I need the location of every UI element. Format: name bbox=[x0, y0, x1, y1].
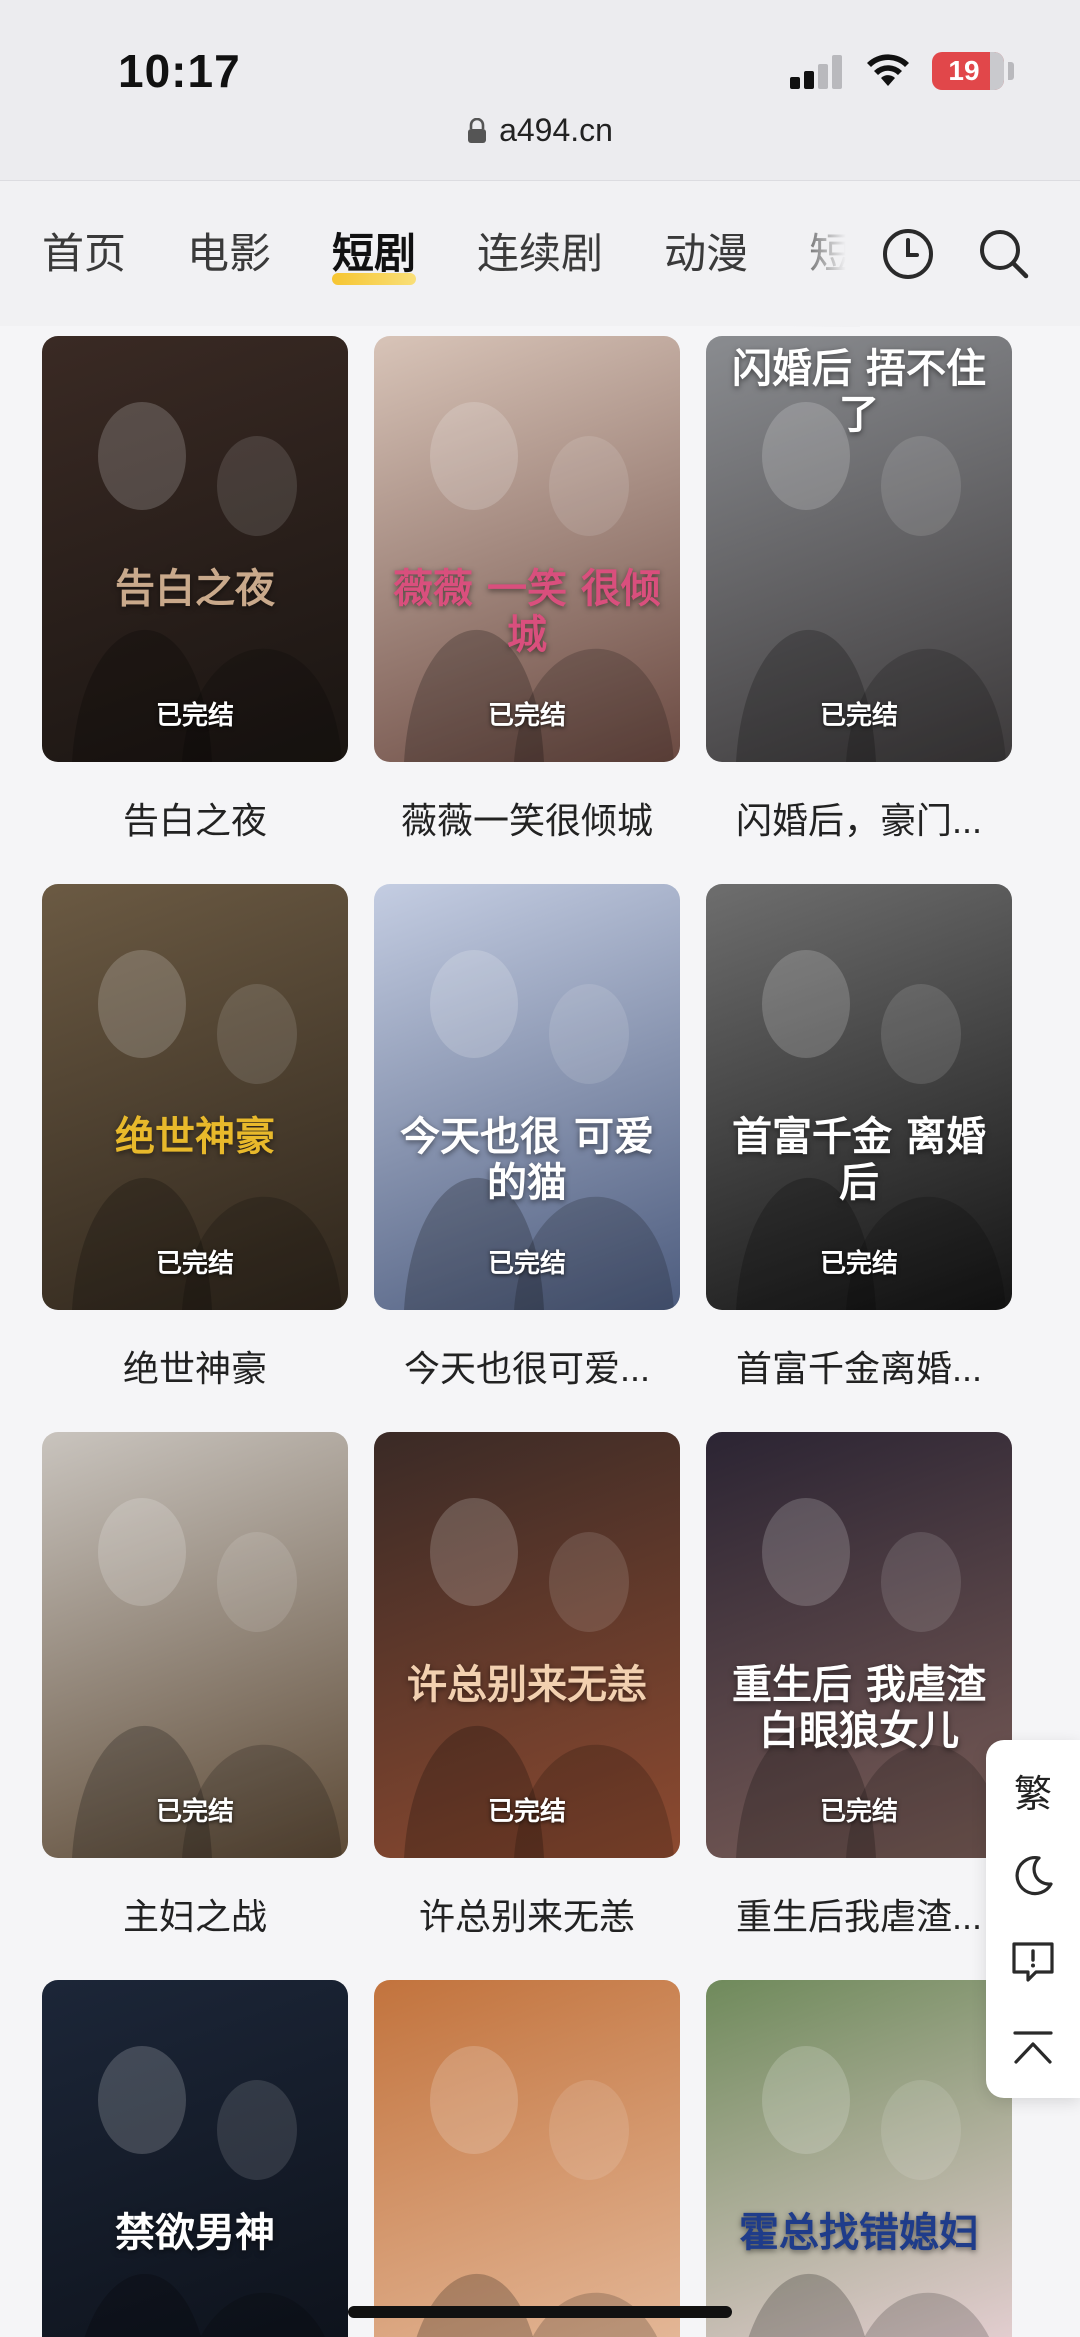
poster-artwork bbox=[748, 2046, 990, 2337]
poster-title-art: 今天也很 可爱的猫 bbox=[400, 1113, 654, 1206]
poster-title-art: 许总别来无恙 bbox=[407, 1661, 647, 1708]
drama-poster[interactable]: 薇薇 一笑 很倾城已完结 bbox=[374, 336, 680, 762]
drama-poster[interactable]: 绝世神豪 已完结 bbox=[42, 884, 348, 1310]
wifi-icon bbox=[867, 54, 909, 86]
search-icon[interactable] bbox=[976, 226, 1032, 282]
drama-poster[interactable] bbox=[374, 1980, 680, 2337]
drama-poster[interactable]: 重生后 我虐渣白眼狼女儿已完结 bbox=[706, 1432, 1012, 1858]
back-to-top-icon bbox=[1013, 2031, 1053, 2064]
status-badge: 已完结 bbox=[155, 700, 234, 730]
nav-fade bbox=[790, 181, 860, 327]
poster-artwork bbox=[84, 2046, 326, 2337]
status-badge: 已完结 bbox=[487, 1796, 566, 1826]
drama-poster[interactable]: 许总别来无恙 已完结 bbox=[374, 1432, 680, 1858]
status-badge: 已完结 bbox=[155, 1248, 234, 1278]
address-bar[interactable]: a494.cn bbox=[0, 112, 1080, 149]
poster-title-art: 薇薇 一笑 很倾城 bbox=[393, 565, 661, 658]
drama-card[interactable]: 薇薇 一笑 很倾城已完结薇薇一笑很倾城 bbox=[374, 336, 680, 844]
poster-title-art: 闪婚后 捂不住了 bbox=[732, 345, 986, 438]
traditional-label: 繁 bbox=[1013, 1773, 1052, 1816]
dark-mode-button[interactable] bbox=[986, 1834, 1080, 1918]
drama-card[interactable]: 霍总找错媳妇 bbox=[706, 1980, 1012, 2337]
drama-poster[interactable]: 霍总找错媳妇 bbox=[706, 1980, 1012, 2337]
feedback-button[interactable] bbox=[986, 1920, 1080, 2004]
drama-title[interactable]: 主妇之战 bbox=[42, 1888, 348, 1940]
poster-title-art: 重生后 我虐渣白眼狼女儿 bbox=[732, 1661, 986, 1754]
drama-poster[interactable]: 已完结 bbox=[42, 1432, 348, 1858]
drama-card[interactable]: 告白之夜 已完结 告白之夜 bbox=[42, 336, 348, 844]
drama-grid: 告白之夜 已完结 告白之夜 薇薇 一笑 很倾城 已完结 薇薇一笑很倾城 闪婚后 捂不住了 已完… bbox=[0, 0, 1080, 2337]
nav-tab[interactable]: 动漫 bbox=[664, 181, 748, 327]
status-badge: 已完结 bbox=[819, 700, 898, 730]
poster-title-art: 禁欲男神 bbox=[115, 2209, 275, 2256]
browser-header: 10:17 19 a494.cn bbox=[0, 0, 1080, 180]
nav-tab[interactable]: 首页 bbox=[42, 181, 126, 327]
status-badge: 已完结 bbox=[155, 1796, 234, 1826]
cellular-signal-icon bbox=[790, 55, 846, 89]
status-badge: 已完结 bbox=[487, 700, 566, 730]
nav-tabs: 首页电影短剧连续剧动漫短 bbox=[0, 181, 850, 327]
drama-card[interactable]: 闪婚后 捂不住了已完结闪婚后，豪门... bbox=[706, 336, 1012, 844]
feedback-icon bbox=[1012, 1942, 1054, 1982]
drama-title[interactable]: 薇薇一笑很倾城 bbox=[374, 792, 680, 844]
drama-poster[interactable]: 闪婚后 捂不住了已完结 bbox=[706, 336, 1012, 762]
nav-tab[interactable]: 连续剧 bbox=[477, 181, 603, 327]
drama-title[interactable]: 告白之夜 bbox=[42, 792, 348, 844]
url-text: a494.cn bbox=[499, 112, 613, 148]
drama-title[interactable]: 闪婚后，豪门... bbox=[706, 792, 1012, 844]
drama-poster[interactable]: 禁欲男神 bbox=[42, 1980, 348, 2337]
poster-title-art: 首富千金 离婚后 bbox=[732, 1113, 986, 1206]
drama-title[interactable]: 绝世神豪 bbox=[42, 1340, 348, 1392]
drama-card[interactable]: 重生后 我虐渣白眼狼女儿已完结重生后我虐渣... bbox=[706, 1432, 1012, 1940]
drama-poster[interactable]: 告白之夜 已完结 bbox=[42, 336, 348, 762]
home-indicator bbox=[348, 2306, 732, 2318]
poster-title-art: 告白之夜 bbox=[115, 565, 275, 612]
battery-level: 19 bbox=[948, 55, 980, 86]
drama-card[interactable] bbox=[374, 1980, 680, 2337]
poster-artwork bbox=[416, 2046, 658, 2337]
battery-nub bbox=[1008, 62, 1014, 80]
clock-icon[interactable] bbox=[880, 226, 936, 282]
drama-title[interactable]: 今天也很可爱... bbox=[374, 1340, 680, 1392]
nav-tab[interactable]: 短剧 bbox=[332, 181, 417, 327]
drama-title[interactable]: 许总别来无恙 bbox=[374, 1888, 680, 1940]
status-time: 10:17 bbox=[118, 45, 241, 97]
drama-card[interactable]: 已完结 主妇之战 bbox=[42, 1432, 348, 1940]
drama-card[interactable]: 首富千金 离婚后已完结首富千金离婚... bbox=[706, 884, 1012, 1392]
nav-tab[interactable]: 电影 bbox=[187, 181, 271, 327]
poster-title-art: 霍总找错媳妇 bbox=[739, 2209, 979, 2256]
lock-icon bbox=[468, 117, 487, 143]
drama-card[interactable]: 绝世神豪 已完结 绝世神豪 bbox=[42, 884, 348, 1392]
drama-poster[interactable]: 今天也很 可爱的猫已完结 bbox=[374, 884, 680, 1310]
poster-title-art: 绝世神豪 bbox=[115, 1113, 275, 1160]
status-badge: 已完结 bbox=[487, 1248, 566, 1278]
drama-card[interactable]: 禁欲男神 bbox=[42, 1980, 348, 2337]
back-to-top-button[interactable] bbox=[986, 2006, 1080, 2090]
drama-title[interactable]: 首富千金离婚... bbox=[706, 1340, 1012, 1392]
drama-card[interactable]: 今天也很 可爱的猫已完结今天也很可爱... bbox=[374, 884, 680, 1392]
moon-icon bbox=[1015, 1855, 1053, 1896]
floating-toolbar: 繁 bbox=[986, 1740, 1080, 2098]
category-nav: 首页电影短剧连续剧动漫短 bbox=[0, 180, 1080, 327]
status-badge: 已完结 bbox=[819, 1796, 898, 1826]
battery-indicator: 19 bbox=[932, 52, 1004, 90]
drama-title[interactable]: 重生后我虐渣... bbox=[706, 1888, 1012, 1940]
status-badge: 已完结 bbox=[819, 1248, 898, 1278]
traditional-chinese-toggle[interactable]: 繁 bbox=[986, 1748, 1080, 1832]
drama-card[interactable]: 许总别来无恙 已完结 许总别来无恙 bbox=[374, 1432, 680, 1940]
drama-poster[interactable]: 首富千金 离婚后已完结 bbox=[706, 884, 1012, 1310]
